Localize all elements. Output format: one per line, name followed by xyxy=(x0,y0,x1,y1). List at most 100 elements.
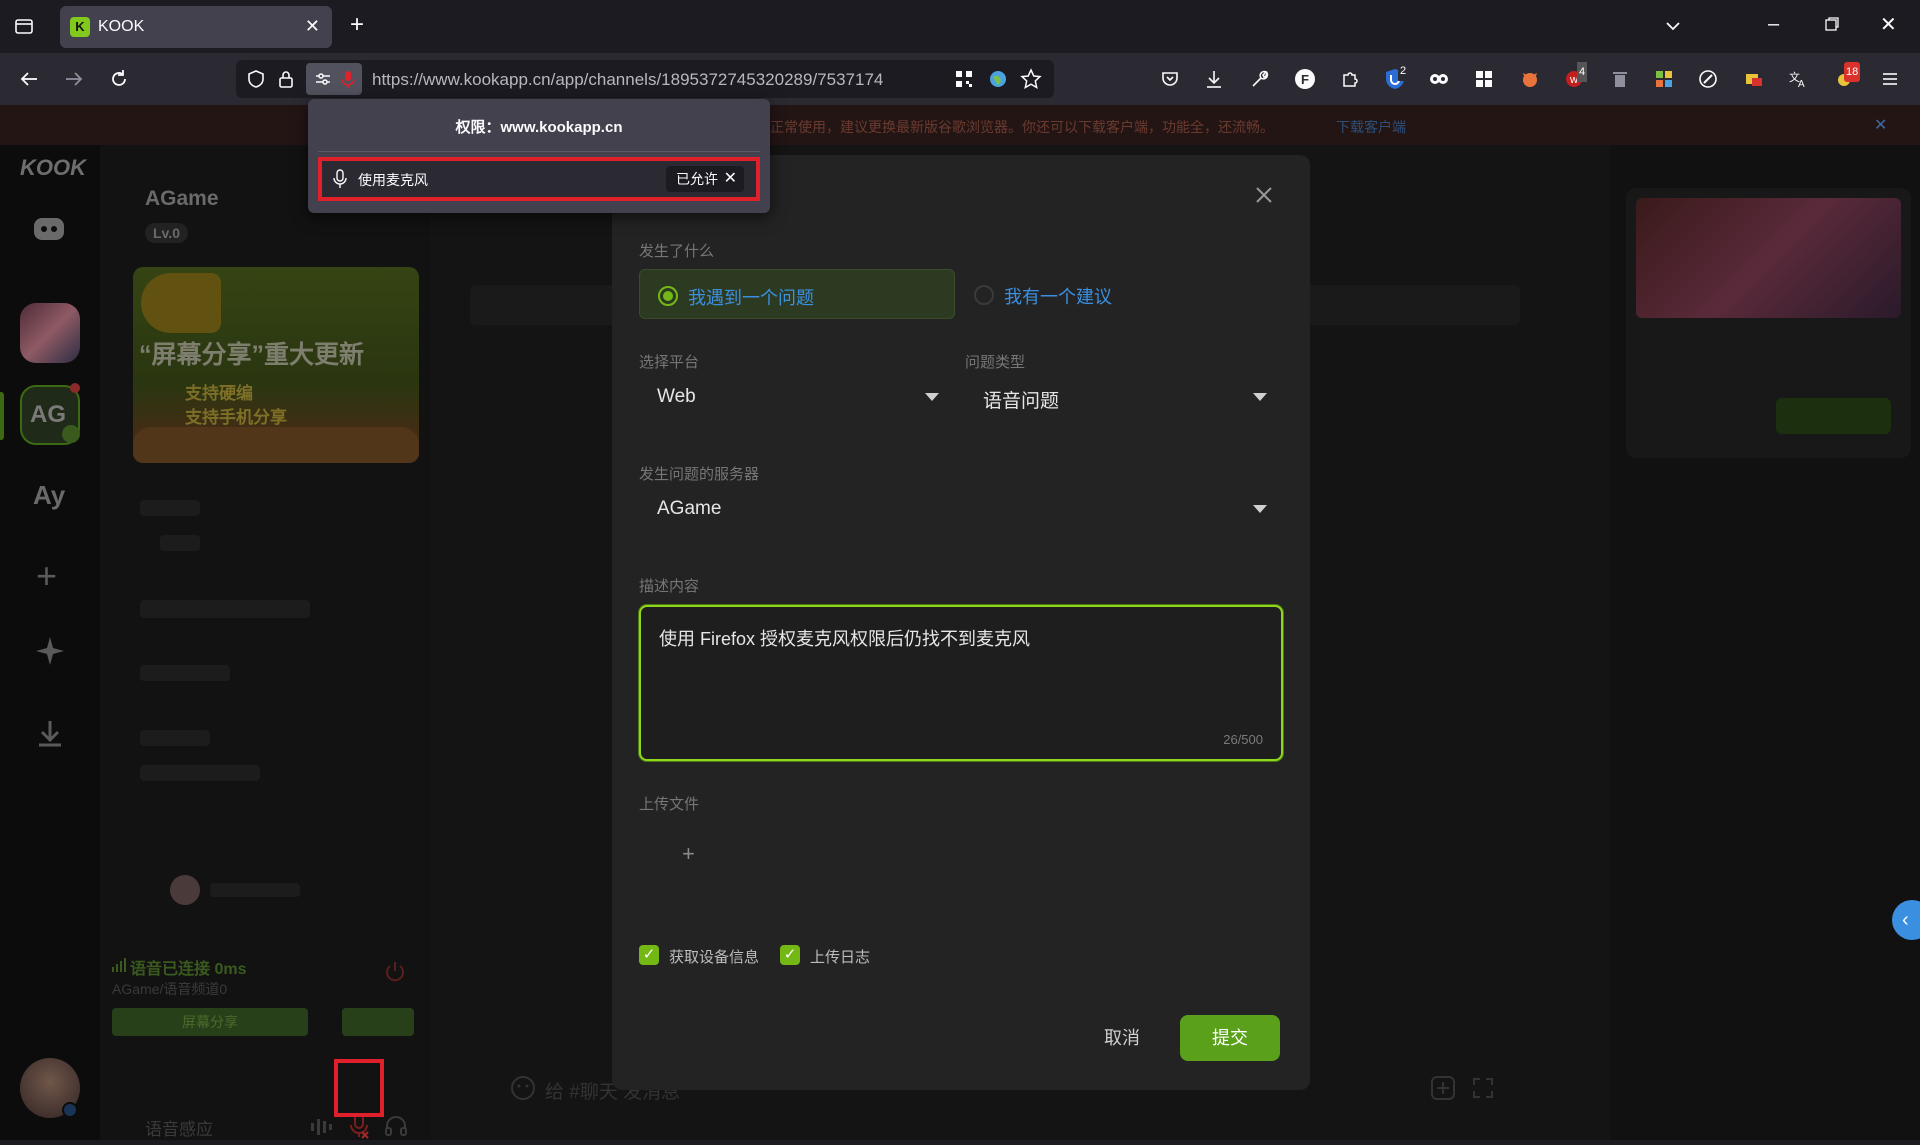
downloads-icon[interactable] xyxy=(1204,69,1224,93)
translate-globe-icon[interactable] xyxy=(988,69,1008,93)
translate-icon[interactable]: 文A xyxy=(1788,69,1808,93)
screen-share-button[interactable]: 屏幕分享 xyxy=(112,1008,308,1036)
restore-icon[interactable] xyxy=(1824,16,1840,36)
issue-type-select[interactable]: 语音问题 xyxy=(965,374,1283,420)
forward-icon[interactable] xyxy=(63,68,85,94)
hamburger-menu-icon[interactable] xyxy=(1880,69,1900,93)
new-tab-icon[interactable]: + xyxy=(350,13,364,37)
sun-extension-icon[interactable]: 18 xyxy=(1834,62,1861,93)
right-card[interactable] xyxy=(1626,188,1911,458)
channel-item[interactable] xyxy=(160,535,200,551)
extensions-puzzle-icon[interactable] xyxy=(1340,69,1360,93)
back-icon[interactable] xyxy=(18,68,40,94)
channel-item[interactable] xyxy=(140,765,260,781)
url-text[interactable]: https://www.kookapp.cn/app/channels/1895… xyxy=(372,70,942,90)
tampermonkey-fox-icon[interactable] xyxy=(1520,69,1540,93)
guild-banner[interactable]: “屏幕分享”重大更新 支持硬编 支持手机分享 xyxy=(133,267,419,463)
kook-logo: KOOK xyxy=(20,155,86,180)
pocket-icon[interactable] xyxy=(1160,69,1180,93)
voice-member-avatar[interactable] xyxy=(170,875,200,905)
close-window-icon[interactable]: ✕ xyxy=(1880,15,1897,35)
submit-button[interactable]: 提交 xyxy=(1180,1015,1280,1061)
notice-text: 正常使用，建议更换最新版谷歌浏览器。你还可以下载客户端，功能全，还流畅。 xyxy=(770,119,1274,135)
list-all-tabs-icon[interactable] xyxy=(1663,16,1683,40)
voice-wave-icon[interactable] xyxy=(310,1117,332,1142)
red-extension-icon[interactable]: w 4 xyxy=(1564,62,1588,93)
headset-icon[interactable] xyxy=(384,1115,408,1142)
qr-code-icon[interactable] xyxy=(954,69,974,93)
upload-add-button[interactable]: + xyxy=(682,841,695,867)
disconnect-power-icon[interactable] xyxy=(383,960,407,989)
description-label: 描述内容 xyxy=(639,578,700,595)
expand-icon[interactable] xyxy=(1470,1075,1496,1106)
url-bar[interactable]: https://www.kookapp.cn/app/channels/1895… xyxy=(236,60,1054,98)
tab-bar: K KOOK ✕ + – ✕ xyxy=(0,0,1920,53)
yellow-red-extension-icon[interactable] xyxy=(1744,69,1764,93)
guild-level-badge: Lv.0 xyxy=(145,223,188,243)
revoke-permission-icon[interactable]: ✕ xyxy=(724,166,737,192)
upload-log-label: 上传日志 xyxy=(810,949,871,966)
platform-select[interactable]: Web xyxy=(639,374,955,420)
chevron-down-icon xyxy=(1253,505,1267,513)
tracking-protection-shield-icon[interactable] xyxy=(246,69,266,93)
eyes-extension-icon[interactable] xyxy=(1428,69,1450,93)
reload-icon[interactable] xyxy=(108,68,130,94)
upload-label: 上传文件 xyxy=(639,796,700,813)
tab-close-icon[interactable]: ✕ xyxy=(305,16,320,37)
microphone-icon xyxy=(332,169,348,194)
server-ag[interactable]: AG xyxy=(20,383,80,445)
site-permissions-button[interactable] xyxy=(306,63,362,95)
emoji-icon[interactable] xyxy=(510,1075,536,1106)
microphone-permission-row: 使用麦克风 已允许 ✕ xyxy=(318,157,760,201)
tab-list-icon[interactable] xyxy=(14,16,34,40)
soundboard-button[interactable] xyxy=(342,1008,414,1036)
radio-selected-icon xyxy=(658,286,678,306)
device-info-checkbox[interactable]: ✓ xyxy=(639,945,659,965)
ublock-badge: 2 xyxy=(1398,61,1409,81)
server-avatar-anime[interactable] xyxy=(20,303,80,363)
permission-allowed-chip[interactable]: 已允许 ✕ xyxy=(666,166,744,192)
channel-item[interactable] xyxy=(140,730,210,746)
channel-item[interactable] xyxy=(140,665,230,681)
ublock-origin-icon[interactable]: 2 xyxy=(1384,61,1409,94)
server-select[interactable]: AGame xyxy=(639,486,1283,532)
what-happened-label: 发生了什么 xyxy=(639,243,715,260)
option-suggestion[interactable]: 我有一个建议 xyxy=(956,269,1272,319)
add-server-icon[interactable]: + xyxy=(36,555,57,597)
upload-log-checkbox[interactable]: ✓ xyxy=(780,945,800,965)
option-problem[interactable]: 我遇到一个问题 xyxy=(639,269,955,319)
device-info-label: 获取设备信息 xyxy=(669,949,760,966)
banner-cloud-decoration xyxy=(133,427,419,463)
right-card-button[interactable] xyxy=(1776,398,1891,434)
lock-icon[interactable] xyxy=(276,69,296,93)
right-top-icons xyxy=(1755,153,1910,173)
guild-name[interactable]: AGame xyxy=(145,187,219,211)
cancel-button[interactable]: 取消 xyxy=(1072,1016,1172,1060)
description-textarea[interactable]: 使用 Firefox 授权麦克风权限后仍找不到麦克风 26/500 xyxy=(639,605,1283,761)
discover-sparkle-icon[interactable] xyxy=(34,635,66,672)
bookmark-star-icon[interactable] xyxy=(1020,68,1042,94)
svg-text:A: A xyxy=(1798,79,1805,89)
direct-messages-icon[interactable] xyxy=(33,215,65,248)
tab-kook[interactable]: K KOOK ✕ xyxy=(60,6,332,48)
grid-extension-icon[interactable] xyxy=(1474,69,1494,93)
download-app-icon[interactable] xyxy=(34,717,66,754)
minimize-icon[interactable]: – xyxy=(1768,14,1779,34)
server-ay[interactable]: Ay xyxy=(33,480,65,511)
extension-f-icon[interactable]: F xyxy=(1294,68,1316,94)
description-char-count: 26/500 xyxy=(1223,732,1263,747)
trash-icon[interactable] xyxy=(1610,69,1630,93)
attach-plus-icon[interactable] xyxy=(1430,1075,1456,1106)
platform-label: 选择平台 xyxy=(639,354,700,371)
wrench-icon[interactable] xyxy=(1250,69,1270,93)
channel-item[interactable] xyxy=(140,500,200,516)
color-grid-icon[interactable] xyxy=(1654,69,1674,93)
banner-line-1: 支持硬编 xyxy=(185,384,253,403)
user-avatar[interactable] xyxy=(20,1058,80,1118)
download-client-link[interactable]: 下载客户端 xyxy=(1336,117,1406,137)
notice-close-icon[interactable]: ✕ xyxy=(1874,115,1887,135)
channel-item[interactable] xyxy=(140,600,310,618)
compass-icon[interactable] xyxy=(1698,69,1718,93)
modal-close-icon[interactable] xyxy=(1254,185,1274,210)
right-card-image xyxy=(1636,198,1901,318)
